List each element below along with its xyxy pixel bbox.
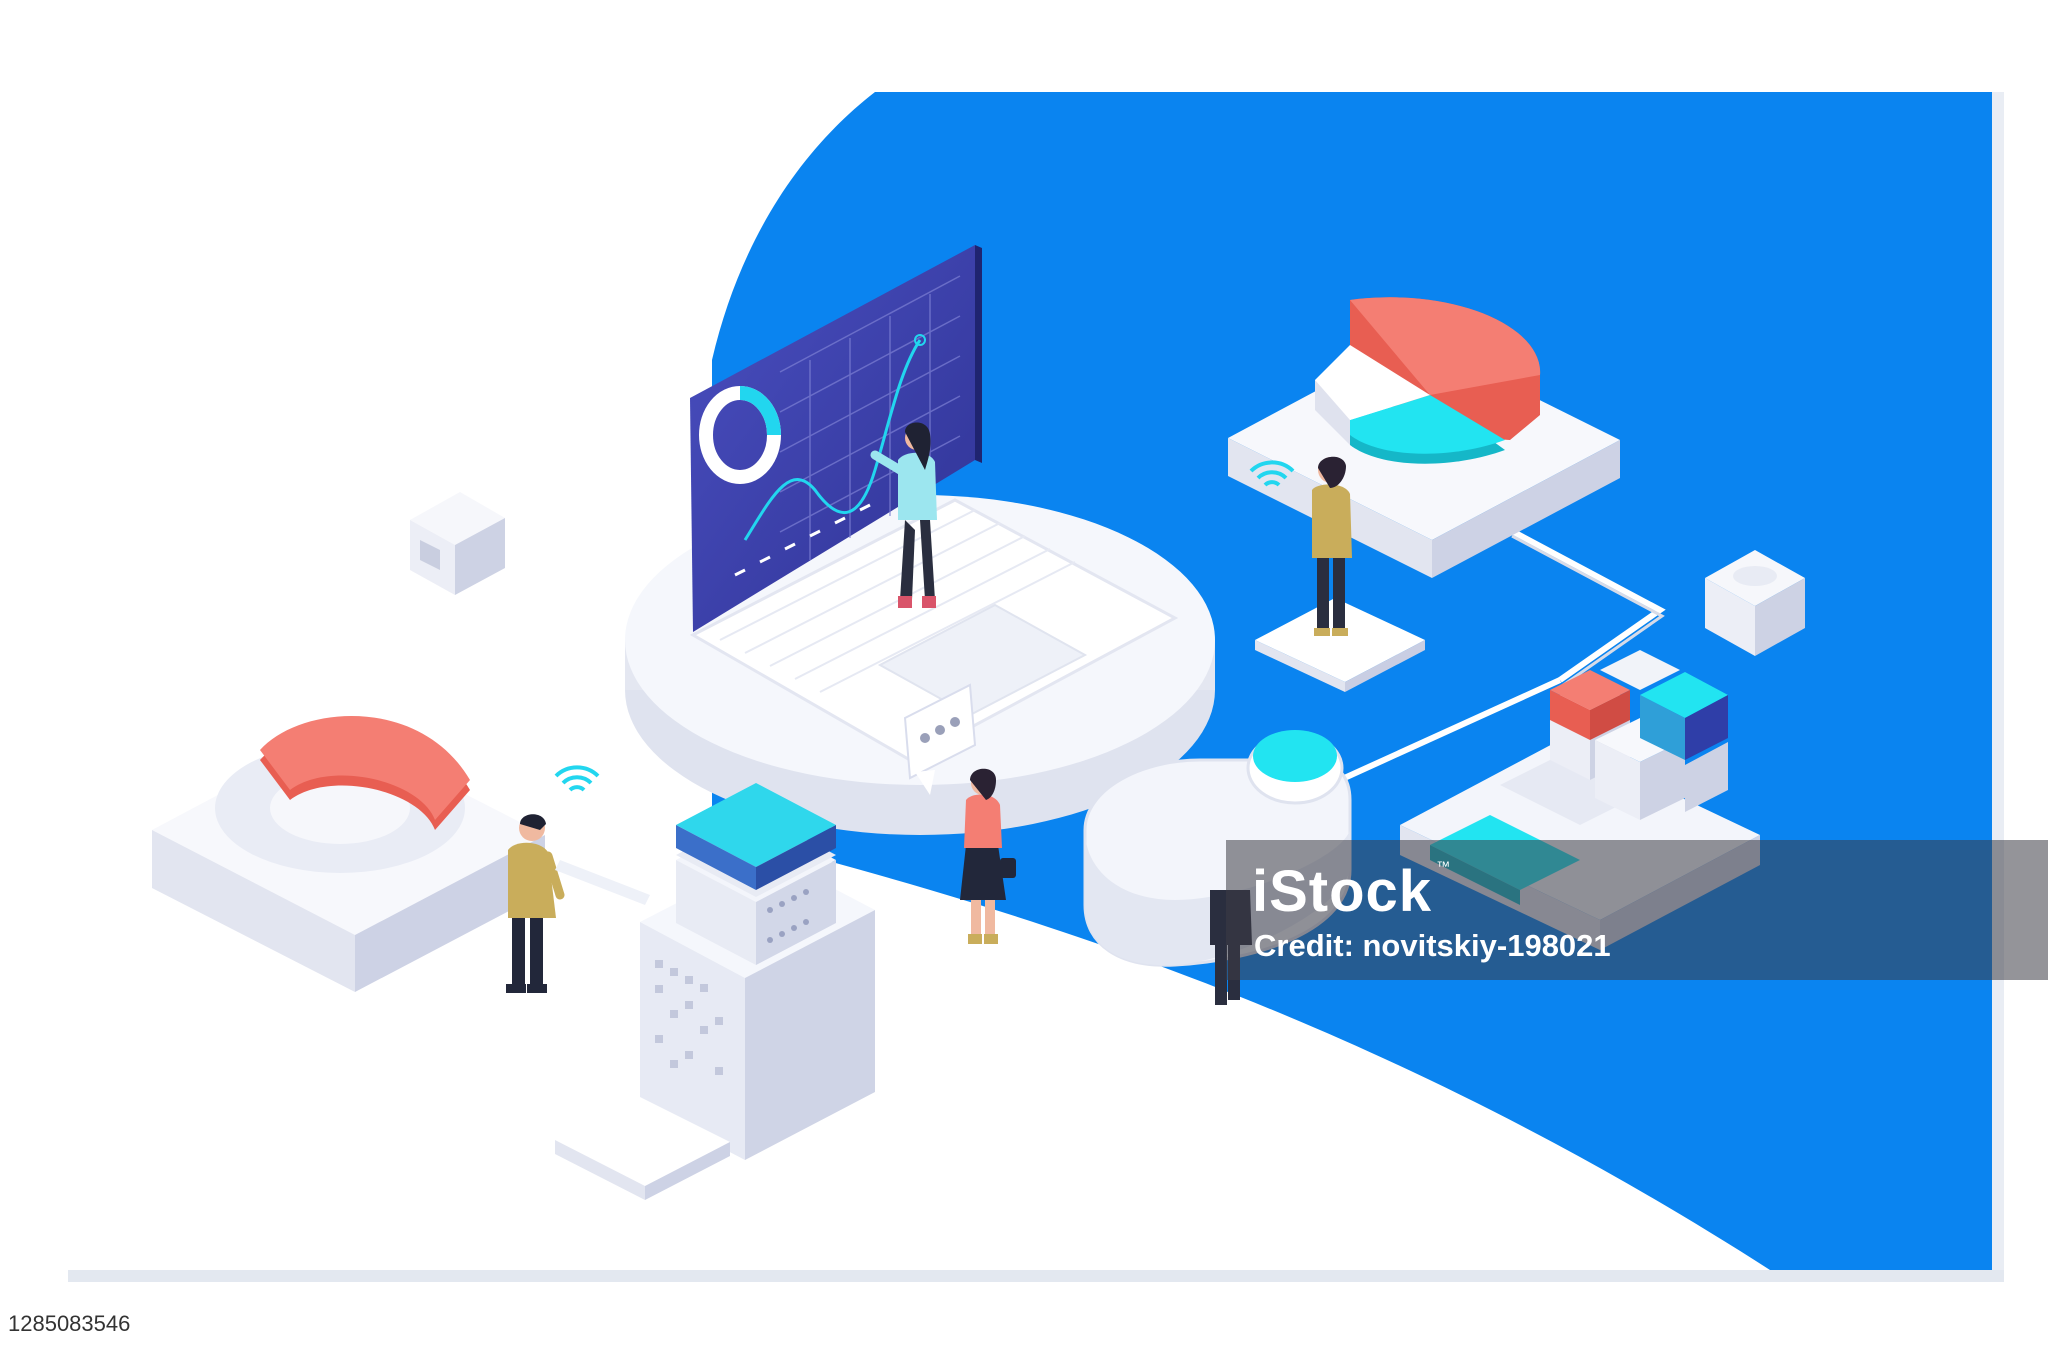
small-cube-left — [410, 492, 505, 595]
watermark-brand-text: iStock — [1252, 859, 1433, 924]
isometric-data-analytics-illustration — [68, 92, 2004, 1282]
image-id-label: 1285083546 — [0, 1308, 139, 1340]
frame-bottom-edge — [68, 1270, 2004, 1282]
signal-beam — [555, 860, 650, 905]
donut-chart-3d — [215, 715, 470, 873]
frame-right-edge — [1992, 92, 2004, 1272]
wifi-icon-left — [554, 765, 600, 792]
watermark-trademark: ™ — [1436, 858, 1452, 874]
watermark-logo: iStock ™ — [1252, 858, 1451, 925]
watermark-credit: Credit: novitskiy-198021 — [1254, 928, 1611, 963]
